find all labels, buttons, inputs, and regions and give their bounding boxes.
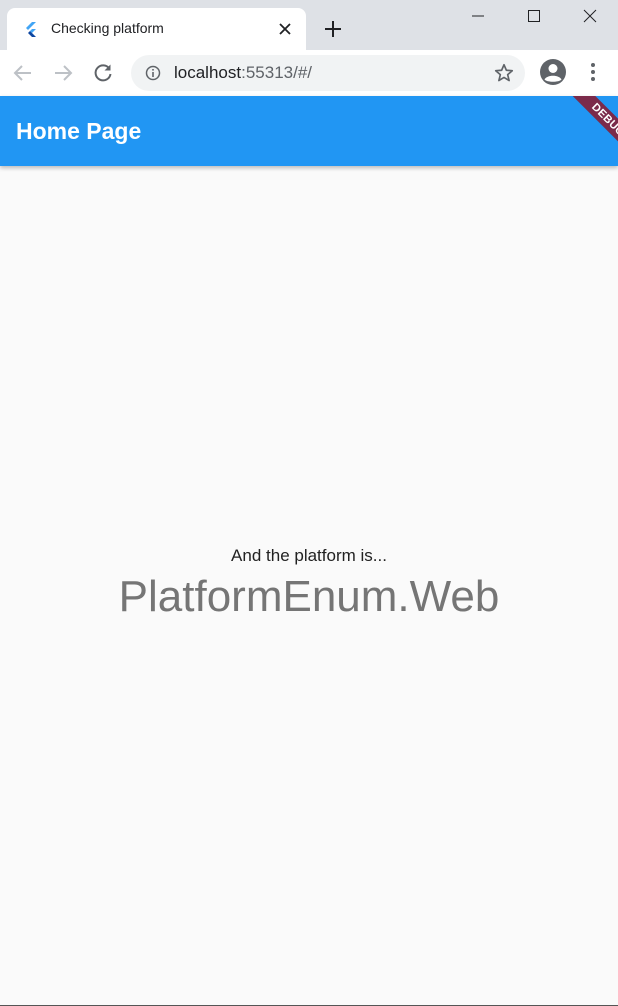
close-window-button[interactable] [562, 0, 618, 32]
close-icon [583, 9, 597, 23]
tab-strip: Checking platform [0, 0, 618, 50]
new-tab-icon[interactable] [322, 18, 344, 40]
app-bar: Home Page DEBUG [0, 96, 618, 166]
page-title: Home Page [16, 118, 142, 144]
debug-banner: DEBUG [559, 96, 618, 166]
more-vert-icon[interactable] [583, 60, 603, 84]
flutter-logo-icon [26, 22, 36, 37]
minimize-button[interactable] [450, 0, 506, 32]
maximize-button[interactable] [506, 0, 562, 32]
minimize-icon [472, 15, 484, 17]
address-bar[interactable]: localhost:55313/#/ [131, 55, 525, 91]
info-icon[interactable] [145, 65, 161, 81]
url-path: :55313/#/ [241, 63, 313, 82]
url-text[interactable]: localhost:55313/#/ [174, 63, 312, 83]
browser-tab[interactable]: Checking platform [7, 8, 306, 50]
forward-arrow-icon[interactable] [51, 61, 75, 85]
page-body: And the platform is... PlatformEnum.Web [0, 166, 618, 1005]
back-arrow-icon[interactable] [11, 61, 35, 85]
tab-title: Checking platform [51, 20, 164, 36]
url-host: localhost [174, 63, 242, 82]
platform-value: PlatformEnum.Web [118, 572, 500, 621]
maximize-icon [528, 10, 540, 22]
platform-caption: And the platform is... [231, 546, 387, 565]
reload-icon[interactable] [91, 61, 115, 85]
browser-toolbar: localhost:55313/#/ [0, 50, 618, 96]
profile-icon[interactable] [539, 58, 567, 86]
close-tab-icon[interactable] [277, 21, 293, 37]
star-icon[interactable] [493, 62, 515, 84]
